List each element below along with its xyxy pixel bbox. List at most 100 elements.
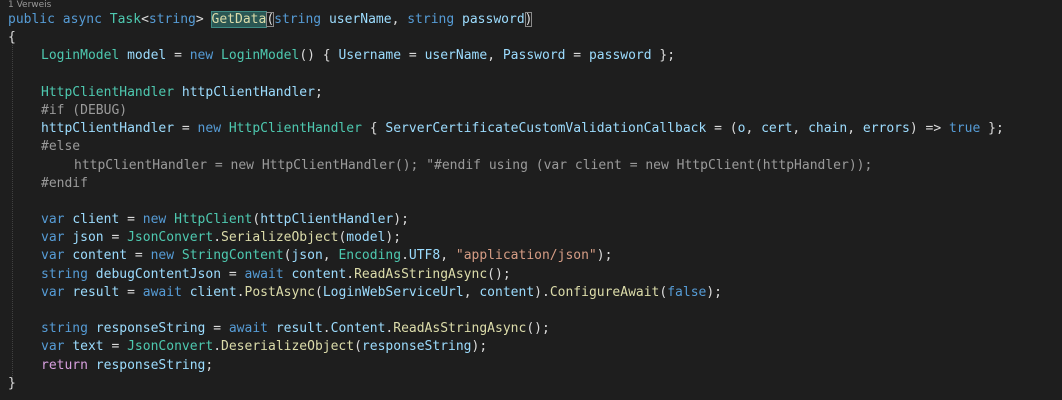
code-token: "application/json" bbox=[455, 248, 597, 264]
code-token: #if (DEBUG) bbox=[41, 102, 128, 118]
code-line[interactable]: } bbox=[8, 375, 1062, 393]
code-token: responseString bbox=[95, 321, 206, 337]
code-token: result bbox=[72, 284, 120, 300]
code-token: ( bbox=[354, 339, 362, 355]
code-line[interactable]: public async Task<string> GetData(string… bbox=[8, 11, 1062, 29]
code-token: > bbox=[195, 12, 212, 27]
code-line[interactable]: var json = JsonConvert.SerializeObject(m… bbox=[8, 229, 1062, 247]
code-token: , bbox=[440, 248, 456, 264]
code-token: HttpClientHandler bbox=[41, 84, 175, 100]
code-token: Encoding bbox=[338, 248, 402, 264]
code-area[interactable]: public async Task<string> GetData(string… bbox=[8, 11, 1062, 393]
code-line[interactable] bbox=[8, 302, 1062, 320]
code-token: ); bbox=[385, 230, 402, 246]
code-line[interactable]: httpClientHandler = new HttpClientHandle… bbox=[8, 157, 1062, 175]
code-token: result bbox=[275, 321, 323, 337]
code-token: debugContentJson bbox=[95, 266, 222, 282]
code-token: SerializeObject bbox=[221, 230, 339, 246]
code-token: var bbox=[41, 284, 65, 300]
code-line[interactable]: string debugContentJson = await content.… bbox=[8, 266, 1062, 284]
code-token: , bbox=[487, 48, 503, 64]
code-token: #endif bbox=[41, 175, 88, 191]
code-token: = bbox=[166, 48, 190, 64]
code-editor[interactable]: 1 Verweis public async Task<string> GetD… bbox=[0, 0, 1062, 400]
code-token: = bbox=[103, 339, 128, 355]
code-token: new bbox=[142, 212, 167, 228]
code-token: . bbox=[322, 321, 331, 337]
code-token: = bbox=[221, 266, 245, 282]
code-token: string bbox=[41, 266, 88, 282]
code-token: password bbox=[462, 12, 525, 27]
code-token: LoginModel bbox=[41, 48, 120, 64]
code-line[interactable]: var client = new HttpClient(httpClientHa… bbox=[8, 211, 1062, 229]
code-token: false bbox=[667, 284, 707, 300]
code-token: }; bbox=[651, 48, 676, 64]
code-token: , bbox=[745, 121, 762, 137]
code-token: = bbox=[205, 321, 229, 337]
code-token: = bbox=[119, 284, 143, 300]
code-line[interactable]: var content = new StringContent(json, En… bbox=[8, 247, 1062, 265]
code-token: httpClientHandler bbox=[41, 121, 175, 137]
code-line[interactable] bbox=[8, 66, 1062, 84]
code-line[interactable]: HttpClientHandler httpClientHandler; bbox=[8, 84, 1062, 102]
code-token: . bbox=[213, 230, 222, 246]
code-line[interactable]: var result = await client.PostAsync(Logi… bbox=[8, 284, 1062, 302]
code-token: text bbox=[72, 339, 104, 355]
matched-bracket: ( bbox=[266, 12, 275, 27]
code-token: . bbox=[401, 248, 409, 264]
code-token: content bbox=[479, 284, 535, 300]
code-token: ; bbox=[205, 357, 214, 373]
code-token: HttpClientHandler bbox=[228, 121, 362, 137]
code-token: { bbox=[361, 121, 386, 137]
code-token: ConfigureAwait bbox=[549, 284, 660, 300]
code-token: model bbox=[346, 230, 386, 246]
code-line[interactable]: LoginModel model = new LoginModel() { Us… bbox=[8, 47, 1062, 65]
code-token: Password bbox=[502, 48, 566, 64]
code-token: ReadAsStringAsync bbox=[354, 266, 488, 282]
code-token: () { bbox=[299, 48, 339, 64]
code-line[interactable]: return responseString; bbox=[8, 357, 1062, 375]
code-token: await bbox=[142, 284, 182, 300]
code-line[interactable]: { bbox=[8, 29, 1062, 47]
code-line[interactable] bbox=[8, 193, 1062, 211]
code-token: model bbox=[127, 48, 167, 64]
codelens-references-link[interactable]: 1 Verweis bbox=[8, 0, 51, 10]
code-token: cert bbox=[761, 121, 793, 137]
code-line[interactable]: #if (DEBUG) bbox=[8, 102, 1062, 120]
code-token: await bbox=[244, 266, 284, 282]
code-token: { bbox=[8, 30, 16, 46]
code-token: = bbox=[119, 212, 143, 228]
code-token: , bbox=[322, 248, 339, 264]
code-token: new bbox=[150, 248, 175, 264]
code-token: } bbox=[8, 375, 16, 391]
code-token: client bbox=[72, 212, 120, 228]
code-token: (); bbox=[526, 321, 550, 337]
code-token: ( bbox=[314, 284, 323, 300]
code-token: string bbox=[407, 12, 455, 27]
code-token: ); bbox=[471, 339, 488, 355]
code-line[interactable]: #endif bbox=[8, 175, 1062, 193]
code-token: client bbox=[189, 284, 237, 300]
code-token: ). bbox=[534, 284, 550, 300]
code-line[interactable]: string responseString = await result.Con… bbox=[8, 320, 1062, 338]
code-token: Content bbox=[330, 321, 386, 337]
highlighted-identifier: GetData bbox=[210, 11, 268, 28]
code-token: , bbox=[847, 121, 863, 137]
code-token: errors bbox=[862, 121, 910, 137]
code-token: var bbox=[41, 212, 65, 228]
code-token: content bbox=[72, 248, 128, 264]
code-token: PostAsync bbox=[244, 284, 315, 300]
code-line[interactable]: var text = JsonConvert.DeserializeObject… bbox=[8, 338, 1062, 356]
code-token: HttpClient bbox=[174, 212, 253, 228]
code-line[interactable]: httpClientHandler = new HttpClientHandle… bbox=[8, 120, 1062, 138]
code-token: string bbox=[148, 12, 196, 27]
code-line[interactable]: #else bbox=[8, 138, 1062, 156]
